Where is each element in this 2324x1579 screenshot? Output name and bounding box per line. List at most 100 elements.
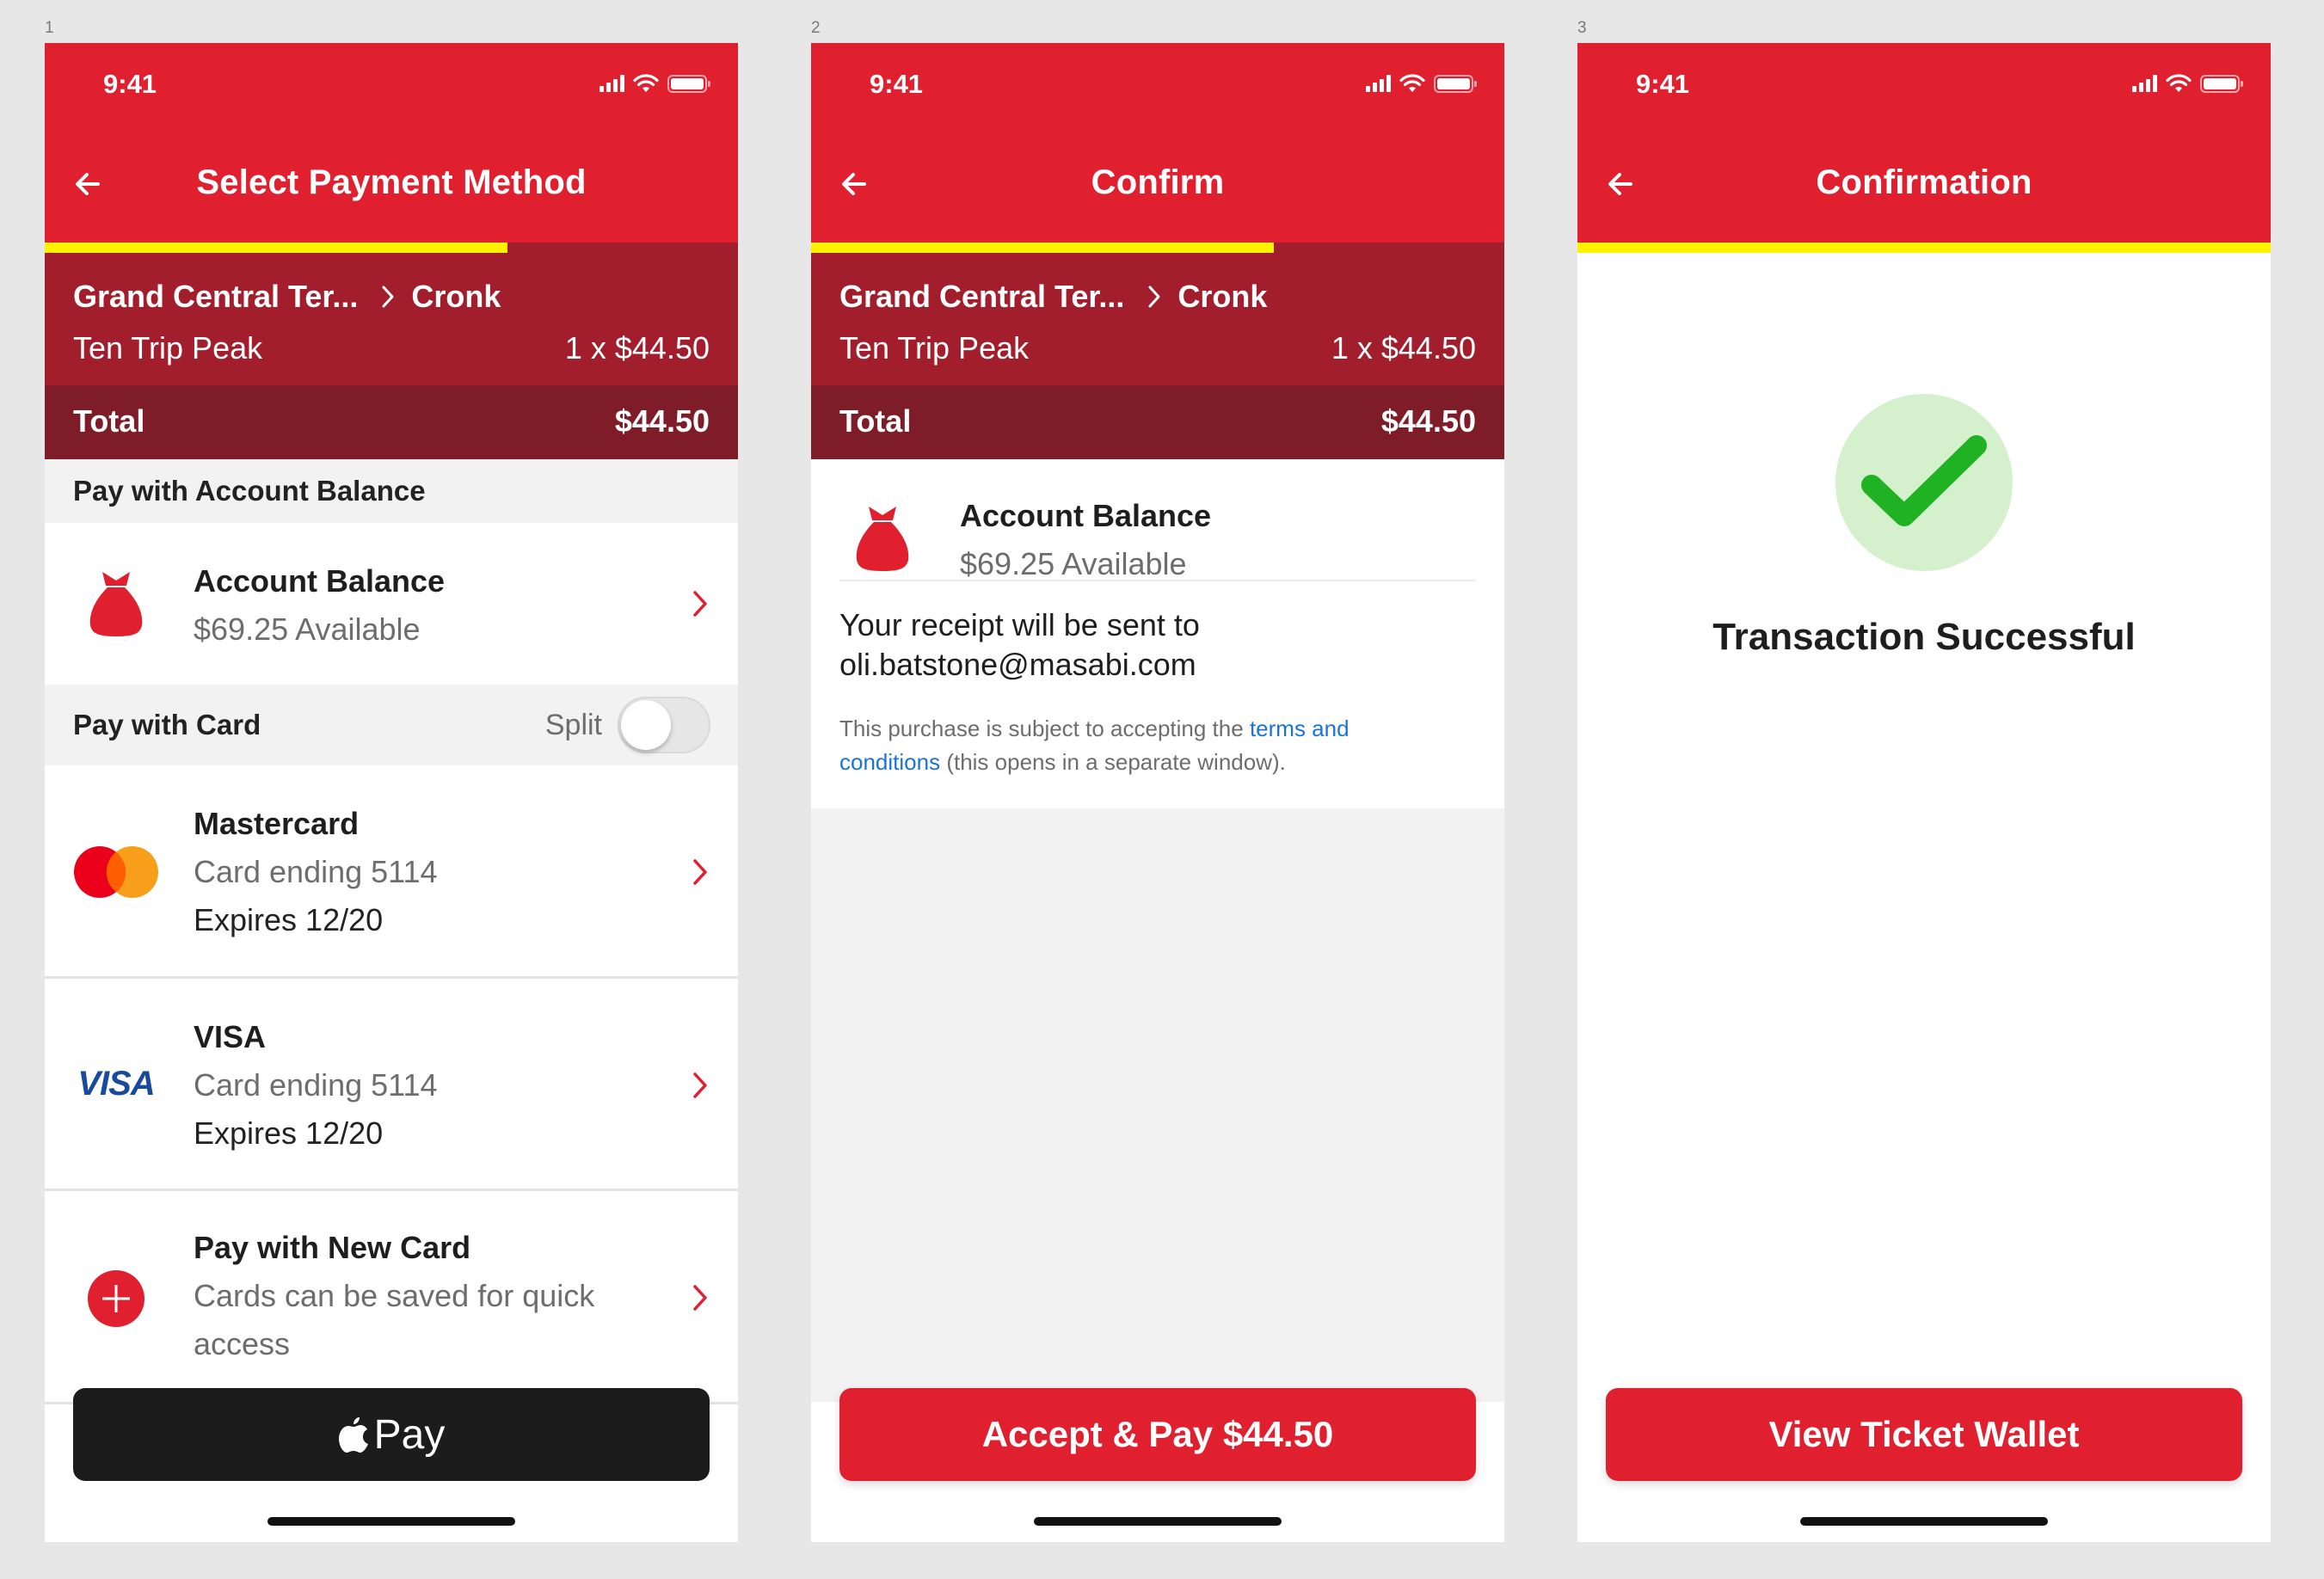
status-time: 9:41 <box>103 69 157 99</box>
status-icons <box>1366 74 1477 93</box>
apple-pay-label: Pay <box>373 1411 446 1458</box>
account-balance-item[interactable]: Account Balance $69.25 Available <box>45 523 738 685</box>
money-bag-icon <box>73 568 159 640</box>
total-value: $44.50 <box>614 403 710 439</box>
confirmation-screen: 9:41 Confirmation Transaction Successful… <box>1577 43 2271 1542</box>
toggle-knob <box>621 700 671 750</box>
frame-number: 2 <box>811 19 821 37</box>
card-title: VISA <box>194 1019 267 1054</box>
progress-bar <box>811 243 1504 253</box>
receipt-notice: Your receipt will be sent to oli.batston… <box>839 605 1476 685</box>
battery-icon <box>2200 74 2243 93</box>
ticket-type: Ten Trip Peak <box>839 330 1030 366</box>
frame-number: 3 <box>1577 19 1587 37</box>
battery-icon <box>1434 74 1477 93</box>
battery-icon <box>667 74 710 93</box>
card-expiry: Expires 12/20 <box>194 902 384 937</box>
page-title: Confirmation <box>1816 163 2032 201</box>
new-card-title: Pay with New Card <box>194 1230 471 1265</box>
total-row: Total $44.50 <box>811 385 1504 459</box>
page-title: Select Payment Method <box>196 163 587 201</box>
receipt-email: oli.batstone@masabi.com <box>839 647 1196 682</box>
visa-icon: VISA <box>73 1056 159 1111</box>
account-balance-available: $69.25 Available <box>194 611 421 647</box>
destination-station: Cronk <box>411 279 501 314</box>
home-indicator <box>1034 1517 1282 1526</box>
visa-logo: VISA <box>77 1064 155 1103</box>
total-value: $44.50 <box>1380 403 1476 439</box>
cellular-signal-icon <box>1366 75 1391 92</box>
chevron-right-icon <box>693 859 707 885</box>
trip-summary: Grand Central Ter... Cronk Ten Trip Peak… <box>811 253 1504 385</box>
home-indicator <box>1800 1517 2048 1526</box>
origin-station: Grand Central Ter... <box>73 279 359 314</box>
total-row: Total $44.50 <box>45 385 738 459</box>
select-payment-screen: 9:41 Select Payment Method Grand Central… <box>45 43 738 1542</box>
total-label: Total <box>839 403 912 439</box>
visa-item[interactable]: VISA VISA Card ending 5114 Expires 12/20 <box>45 979 738 1191</box>
progress-bar <box>1577 243 2271 253</box>
wifi-icon <box>633 74 659 92</box>
route: Grand Central Ter... Cronk <box>839 279 1267 315</box>
status-time: 9:41 <box>1636 69 1690 99</box>
ticket-price: 1 x $44.50 <box>564 330 710 366</box>
card-title: Mastercard <box>194 806 360 841</box>
status-bar: 9:41 <box>811 43 1504 127</box>
new-card-subtitle: Cards can be saved for quick <box>194 1278 595 1313</box>
pay-with-new-card-item[interactable]: Pay with New Card Cards can be saved for… <box>45 1191 738 1404</box>
nav-bar: Select Payment Method <box>45 127 738 243</box>
chevron-right-icon <box>693 1072 707 1098</box>
terms-link[interactable]: conditions <box>839 749 940 775</box>
route: Grand Central Ter... Cronk <box>73 279 501 315</box>
account-balance-summary: Account Balance $69.25 Available <box>811 459 1504 581</box>
progress-fill <box>1577 243 2271 253</box>
status-time: 9:41 <box>870 69 924 99</box>
terms-prefix: This purchase is subject to accepting th… <box>839 716 1244 741</box>
progress-fill <box>45 243 507 253</box>
terms-link[interactable]: terms and <box>1250 716 1350 741</box>
status-icons <box>599 74 710 93</box>
mastercard-icon <box>73 838 159 906</box>
cellular-signal-icon <box>599 75 624 92</box>
progress-fill <box>811 243 1274 253</box>
section-title: Pay with Account Balance <box>73 475 426 507</box>
destination-station: Cronk <box>1177 279 1268 314</box>
total-label: Total <box>73 403 145 439</box>
wifi-icon <box>1399 74 1425 92</box>
nav-bar: Confirm <box>811 127 1504 243</box>
origin-station: Grand Central Ter... <box>839 279 1125 314</box>
ticket-price: 1 x $44.50 <box>1331 330 1476 366</box>
plus-circle-icon <box>73 1269 159 1329</box>
page-title: Confirm <box>1091 163 1225 201</box>
account-balance-title: Account Balance <box>194 563 446 599</box>
chevron-right-icon <box>382 286 394 308</box>
status-bar: 9:41 <box>45 43 738 127</box>
chevron-right-icon <box>1148 286 1160 308</box>
confirm-screen: 9:41 Confirm Grand Central Ter... Cronk … <box>811 43 1504 1542</box>
section-title: Pay with Card <box>73 709 261 740</box>
wifi-icon <box>2166 74 2192 92</box>
chevron-right-icon <box>693 1285 707 1311</box>
chevron-right-icon <box>693 591 707 617</box>
home-indicator <box>267 1517 515 1526</box>
trip-summary: Grand Central Ter... Cronk Ten Trip Peak… <box>45 253 738 385</box>
success-message: Transaction Successful <box>1712 616 2136 658</box>
terms-notice: This purchase is subject to accepting th… <box>839 712 1453 779</box>
receipt-label: Your receipt will be sent to <box>839 607 1200 642</box>
card-ending: Card ending 5114 <box>194 854 438 889</box>
accept-pay-button[interactable]: Accept & Pay $44.50 <box>839 1388 1476 1481</box>
new-card-subtitle: access <box>194 1326 291 1361</box>
card-expiry: Expires 12/20 <box>194 1115 384 1151</box>
mastercard-item[interactable]: Mastercard Card ending 5114 Expires 12/2… <box>45 765 738 979</box>
card-ending: Card ending 5114 <box>194 1067 438 1103</box>
divider <box>839 580 1476 581</box>
nav-bar: Confirmation <box>1577 127 2271 243</box>
split-label: Split <box>544 709 602 741</box>
view-ticket-wallet-button[interactable]: View Ticket Wallet <box>1606 1388 2242 1481</box>
empty-area <box>811 808 1504 1402</box>
section-header-card: Pay with Card Split <box>45 685 738 765</box>
terms-suffix: (this opens in a separate window). <box>946 749 1286 775</box>
ticket-type: Ten Trip Peak <box>73 330 263 366</box>
apple-pay-button[interactable]: Pay <box>73 1388 710 1481</box>
split-toggle[interactable] <box>618 697 710 753</box>
